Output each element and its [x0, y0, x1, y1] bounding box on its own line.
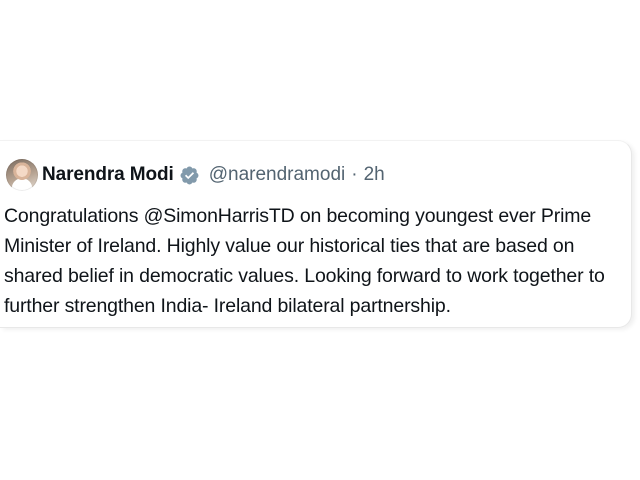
tweet-text-line: further strengthen India- Ireland bilate…	[4, 295, 451, 317]
tweet-text-line: Congratulations @SimonHarrisTD on becomi…	[4, 205, 592, 227]
tweet-header: Narendra Modi @narendramodi · 2h	[6, 157, 385, 193]
separator-dot: ·	[351, 164, 358, 185]
tweet-time[interactable]: 2h	[364, 164, 385, 186]
tweet-text-line: shared belief in democratic values. Look…	[4, 265, 605, 287]
author-handle[interactable]: @narendramodi	[209, 164, 346, 186]
author-name[interactable]: Narendra Modi	[42, 164, 174, 186]
avatar[interactable]	[6, 159, 38, 191]
tweet-card[interactable]: Narendra Modi @narendramodi · 2h Congrat…	[0, 140, 632, 328]
tweet-text-line: Minister of Ireland. Highly value our hi…	[4, 235, 575, 257]
page: Narendra Modi @narendramodi · 2h Congrat…	[0, 0, 640, 480]
tweet-text: Congratulations @SimonHarrisTD on becomi…	[4, 201, 628, 321]
verified-badge-icon	[180, 166, 199, 184]
